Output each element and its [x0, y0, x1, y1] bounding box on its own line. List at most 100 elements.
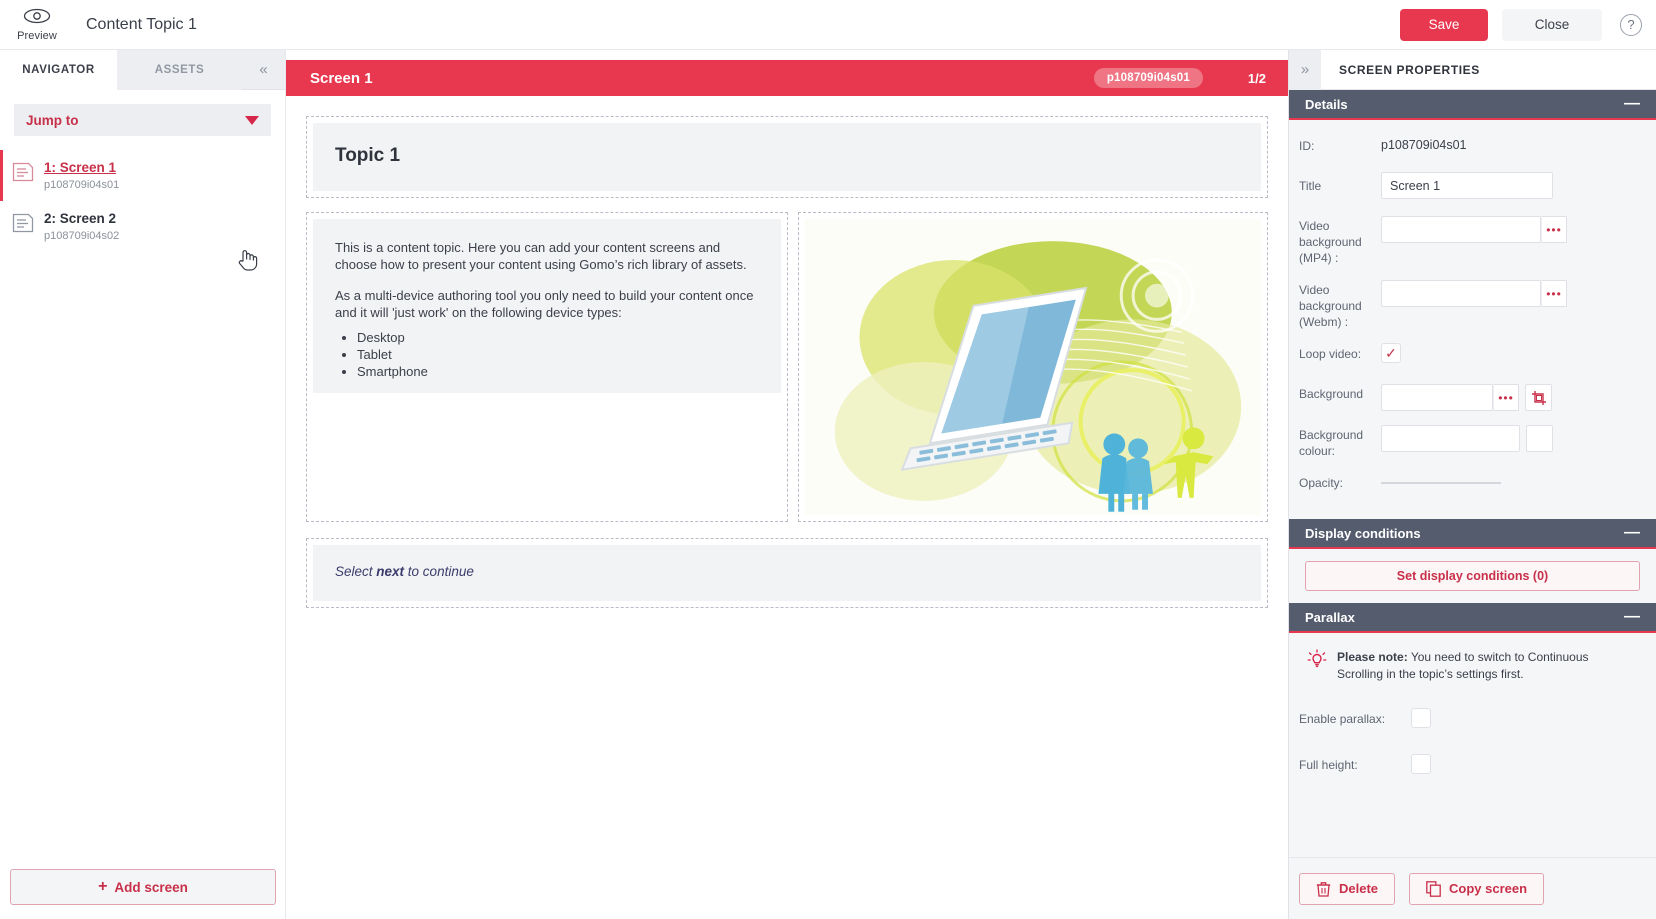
- video-webm-input[interactable]: [1381, 280, 1541, 307]
- screen-header-bar: Screen 1 p108709i04s01 1/2: [286, 60, 1288, 96]
- add-screen-label: Add screen: [114, 879, 188, 895]
- display-conditions-body: Set display conditions (0): [1289, 549, 1656, 603]
- details-section-header[interactable]: Details —: [1289, 90, 1656, 120]
- screen-header-title: Screen 1: [310, 69, 373, 87]
- copy-icon: [1426, 880, 1441, 897]
- full-height-checkbox[interactable]: [1411, 754, 1431, 774]
- screen-list-item-2[interactable]: 2: Screen 2 p108709i04s02: [0, 201, 285, 252]
- title-block[interactable]: Topic 1: [306, 116, 1268, 198]
- screen-list: 1: Screen 1 p108709i04s01 2: Screen 2 p1…: [0, 150, 285, 252]
- id-label: ID:: [1299, 139, 1315, 153]
- set-display-conditions-button[interactable]: Set display conditions (0): [1305, 561, 1640, 591]
- screen-item-id: p108709i04s02: [44, 230, 120, 242]
- parallax-note: Please note: You need to switch to Conti…: [1299, 643, 1640, 683]
- loop-video-checkbox[interactable]: ✓: [1381, 343, 1401, 363]
- opacity-row: Opacity:: [1299, 469, 1640, 499]
- properties-footer: Delete Copy screen: [1289, 857, 1656, 919]
- close-button[interactable]: Close: [1502, 8, 1602, 41]
- chevron-down-icon: [245, 115, 259, 125]
- video-mp4-row: Video background (MP4) : •••: [1299, 212, 1640, 266]
- content-row: This is a content topic. Here you can ad…: [306, 212, 1268, 522]
- save-button[interactable]: Save: [1400, 8, 1488, 41]
- background-label: Background: [1299, 387, 1364, 401]
- paragraph-1: This is a content topic. Here you can ad…: [335, 240, 747, 272]
- tab-navigator[interactable]: NAVIGATOR: [0, 50, 117, 90]
- parallax-section-header[interactable]: Parallax —: [1289, 603, 1656, 633]
- video-webm-browse-button[interactable]: •••: [1541, 280, 1567, 307]
- crop-image-button[interactable]: [1525, 384, 1552, 411]
- enable-parallax-checkbox[interactable]: [1411, 708, 1431, 728]
- full-height-row: Full height:: [1299, 751, 1640, 781]
- add-screen-button[interactable]: + Add screen: [10, 869, 276, 905]
- check-icon: ✓: [1385, 345, 1397, 361]
- display-conditions-section-header[interactable]: Display conditions —: [1289, 519, 1656, 549]
- video-mp4-browse-button[interactable]: •••: [1541, 216, 1567, 243]
- parallax-note-text: Please note: You need to switch to Conti…: [1337, 649, 1624, 683]
- copy-screen-button[interactable]: Copy screen: [1409, 872, 1545, 905]
- full-height-label: Full height:: [1299, 758, 1358, 772]
- video-webm-row: Video background (Webm) : •••: [1299, 276, 1640, 330]
- background-colour-row: Background colour:: [1299, 421, 1640, 459]
- device-list: Desktop Tablet Smartphone: [357, 329, 759, 380]
- eye-icon: [23, 8, 51, 29]
- cta-block[interactable]: Select next to continue: [306, 538, 1268, 608]
- screen-id-badge: p108709i04s01: [1093, 68, 1203, 88]
- list-item: Tablet: [357, 346, 759, 363]
- sidebar-tabs: NAVIGATOR ASSETS «: [0, 50, 285, 90]
- parallax-body: Please note: You need to switch to Conti…: [1289, 633, 1656, 781]
- preview-label: Preview: [17, 29, 57, 42]
- lightbulb-icon: [1307, 649, 1327, 676]
- properties-title: SCREEN PROPERTIES: [1339, 62, 1480, 77]
- video-mp4-input[interactable]: [1381, 216, 1541, 243]
- screen-item-name: 2: Screen 2: [44, 211, 117, 226]
- screen-document-icon: [12, 213, 34, 238]
- screen-document-icon: [12, 162, 34, 187]
- text-block[interactable]: This is a content topic. Here you can ad…: [306, 212, 788, 522]
- screen-list-item-1[interactable]: 1: Screen 1 p108709i04s01: [0, 150, 285, 201]
- help-icon[interactable]: ?: [1620, 13, 1642, 36]
- trash-icon: [1316, 881, 1331, 897]
- delete-screen-button[interactable]: Delete: [1299, 872, 1396, 905]
- expand-panel-icon[interactable]: »: [1289, 49, 1321, 90]
- topic-heading: Topic 1: [335, 145, 401, 166]
- preview-button[interactable]: Preview: [6, 8, 68, 42]
- background-colour-input[interactable]: [1381, 425, 1520, 452]
- title-input[interactable]: Screen 1: [1381, 172, 1553, 199]
- cta-prefix: Select: [335, 564, 377, 579]
- properties-header: » SCREEN PROPERTIES: [1289, 49, 1656, 90]
- list-item: Desktop: [357, 329, 759, 346]
- colour-swatch-button[interactable]: [1526, 425, 1553, 452]
- image-block[interactable]: [798, 212, 1268, 522]
- collapse-sidebar-icon[interactable]: «: [242, 50, 285, 89]
- collapse-parallax-icon[interactable]: —: [1624, 609, 1640, 625]
- editor-stage: Screen 1 p108709i04s01 1/2 Topic 1 This …: [286, 50, 1288, 919]
- page-title: Content Topic 1: [86, 15, 197, 33]
- title-row: Title Screen 1: [1299, 172, 1640, 202]
- parallax-title: Parallax: [1305, 609, 1355, 625]
- screen-canvas: Topic 1 This is a content topic. Here yo…: [286, 96, 1288, 608]
- screen-item-id: p108709i04s01: [44, 179, 120, 191]
- id-value: p108709i04s01: [1381, 138, 1467, 152]
- parallax-note-bold: Please note:: [1337, 650, 1408, 664]
- mouse-cursor-icon: [238, 248, 258, 277]
- tab-assets[interactable]: ASSETS: [117, 50, 242, 90]
- left-sidebar: NAVIGATOR ASSETS « Jump to 1: Screen 1 p…: [0, 50, 286, 919]
- background-browse-button[interactable]: •••: [1493, 384, 1519, 411]
- jump-to-dropdown[interactable]: Jump to: [14, 104, 271, 136]
- laptop-illustration-icon: [805, 219, 1261, 515]
- background-input[interactable]: [1381, 384, 1493, 411]
- top-toolbar-actions: Save Close ?: [1400, 8, 1656, 41]
- details-section-title: Details: [1305, 96, 1348, 112]
- cta-suffix: to continue: [404, 564, 474, 579]
- background-colour-label: Background colour:: [1299, 428, 1364, 458]
- cta-text: Select next to continue: [335, 564, 474, 579]
- collapse-display-conditions-icon[interactable]: —: [1624, 525, 1640, 541]
- background-row: Background •••: [1299, 380, 1640, 411]
- opacity-slider[interactable]: [1381, 482, 1501, 484]
- top-toolbar: Preview Content Topic 1 Save Close ?: [0, 0, 1656, 50]
- title-label: Title: [1299, 179, 1322, 193]
- enable-parallax-label: Enable parallax:: [1299, 712, 1386, 726]
- collapse-details-icon[interactable]: —: [1624, 96, 1640, 112]
- crop-icon: [1531, 390, 1546, 405]
- add-screen-container: + Add screen: [0, 869, 286, 919]
